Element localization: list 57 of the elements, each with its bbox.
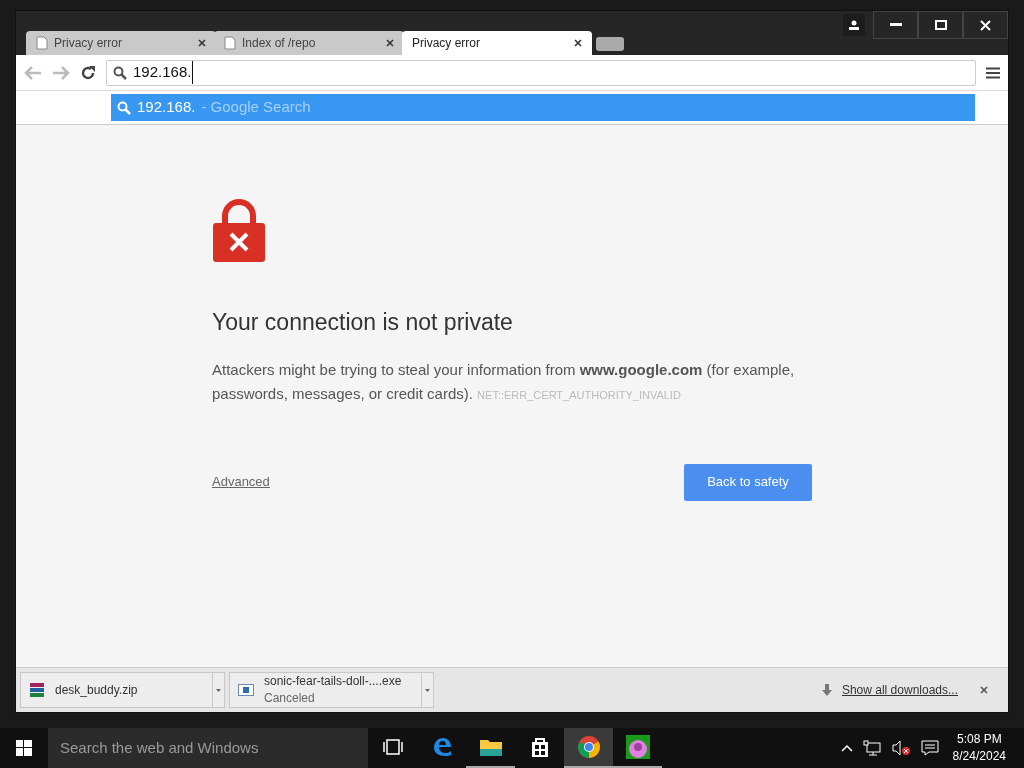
- browser-tab[interactable]: Index of /repo: [214, 31, 404, 55]
- profile-icon[interactable]: [843, 14, 865, 36]
- show-all-downloads-link[interactable]: Show all downloads...: [841, 681, 958, 699]
- program-icon: [238, 684, 254, 696]
- page-icon: [36, 36, 48, 50]
- game-icon[interactable]: [625, 735, 650, 759]
- download-icon: [821, 684, 832, 696]
- notifications-icon[interactable]: [920, 740, 939, 756]
- close-icon: [980, 19, 991, 31]
- search-field[interactable]: Search the web and Windows: [48, 728, 368, 768]
- address-text: 192.168.: [133, 61, 194, 84]
- close-icon[interactable]: [386, 39, 394, 47]
- page-icon: [224, 36, 236, 50]
- caret-icon: [216, 688, 221, 692]
- menu-icon[interactable]: [986, 66, 1000, 79]
- suggestion-query: 192.168.: [137, 97, 196, 118]
- tab-title: Privacy error: [54, 35, 123, 52]
- minimize-button[interactable]: [873, 11, 918, 39]
- tab-title: Privacy error: [412, 35, 481, 52]
- close-icon[interactable]: [574, 39, 582, 47]
- taskbar-app[interactable]: [564, 728, 613, 768]
- tab-title: Index of /repo: [242, 35, 317, 52]
- folder-icon[interactable]: [478, 737, 503, 757]
- volume-icon[interactable]: [890, 740, 911, 756]
- chrome-icon[interactable]: [576, 735, 601, 759]
- browser-tab[interactable]: Privacy error: [402, 31, 592, 55]
- maximize-button[interactable]: [918, 11, 963, 39]
- advanced-link[interactable]: Advanced: [212, 472, 270, 492]
- download-filename: desk_buddy.zip: [55, 681, 138, 699]
- caret-icon: [425, 688, 430, 692]
- lock-icon: [212, 199, 266, 263]
- chevron-up-icon[interactable]: [840, 744, 853, 752]
- search-icon: [117, 100, 131, 115]
- search-icon: [113, 65, 127, 80]
- maximize-icon: [934, 20, 947, 30]
- minimize-icon: [889, 23, 902, 27]
- close-icon[interactable]: [980, 686, 988, 694]
- archive-icon: [29, 682, 45, 698]
- download-filename: sonic-fear-tails-doll-....exe: [264, 673, 402, 690]
- browser-tab[interactable]: Privacy error: [26, 31, 216, 55]
- clock[interactable]: 5:08 PM 8/24/2024: [952, 731, 1006, 765]
- clock-date: 8/24/2024: [952, 748, 1006, 765]
- download-item[interactable]: sonic-fear-tails-doll-....exe Canceled: [229, 672, 434, 708]
- task-view-icon[interactable]: [382, 739, 403, 755]
- reload-icon[interactable]: [80, 64, 96, 81]
- close-icon[interactable]: [198, 39, 206, 47]
- clock-time: 5:08 PM: [956, 731, 1002, 748]
- close-button[interactable]: [963, 11, 1008, 39]
- store-icon[interactable]: [529, 736, 550, 758]
- address-field[interactable]: 192.168.: [106, 59, 976, 86]
- suggestion-source: - Google Search: [201, 97, 311, 118]
- error-title: Your connection is not private: [212, 308, 514, 337]
- error-message: Attackers might be trying to steal your information from www.google.com (for example, passwords, messages, or credit cards). NET::ERR_CERT_AUTHORITY_INVALID: [212, 359, 796, 404]
- download-status: Canceled: [264, 690, 316, 707]
- download-item[interactable]: desk_buddy.zip: [20, 672, 225, 708]
- start-icon: [16, 740, 32, 756]
- network-icon[interactable]: [862, 740, 881, 756]
